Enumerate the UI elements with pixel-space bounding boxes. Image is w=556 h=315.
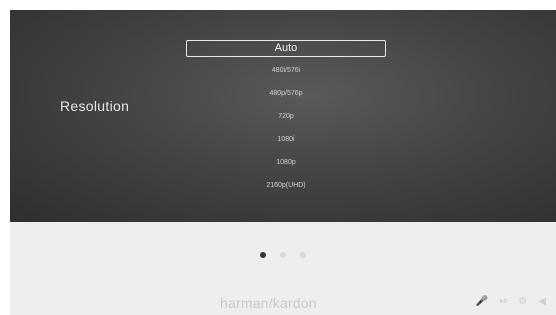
resolution-option-1080i[interactable]: 1080i [186,128,386,151]
page-dot-3[interactable] [300,252,306,258]
page-indicator [10,252,556,258]
hardware-buttons: 🎤 ⏯ ⚙ ◀ [476,296,546,308]
volume-icon[interactable]: ◀ [538,296,546,308]
tv-display: Resolution Auto 480i/576i 480p/576p 720p… [10,10,556,222]
page-dot-2[interactable] [280,252,286,258]
brand-logo: harman/kardon [220,295,317,311]
page-dot-1[interactable] [260,252,266,258]
mic-icon[interactable]: 🎤 [476,296,488,308]
resolution-option-480p[interactable]: 480p/576p [186,82,386,105]
resolution-option-480i[interactable]: 480i/576i [186,59,386,82]
resolution-option-2160p[interactable]: 2160p(UHD) [186,174,386,197]
resolution-label: Resolution [60,98,130,114]
device-footer: harman/kardon 🎤 ⏯ ⚙ ◀ [10,222,556,315]
settings-icon[interactable]: ⚙ [518,296,527,308]
resolution-options-list: Auto 480i/576i 480p/576p 720p 1080i 1080… [186,40,386,197]
resolution-option-1080p[interactable]: 1080p [186,151,386,174]
device-screen: Resolution Auto 480i/576i 480p/576p 720p… [0,0,556,315]
resolution-option-720p[interactable]: 720p [186,105,386,128]
play-pause-icon[interactable]: ⏯ [499,296,507,308]
resolution-option-auto[interactable]: Auto [186,40,386,57]
